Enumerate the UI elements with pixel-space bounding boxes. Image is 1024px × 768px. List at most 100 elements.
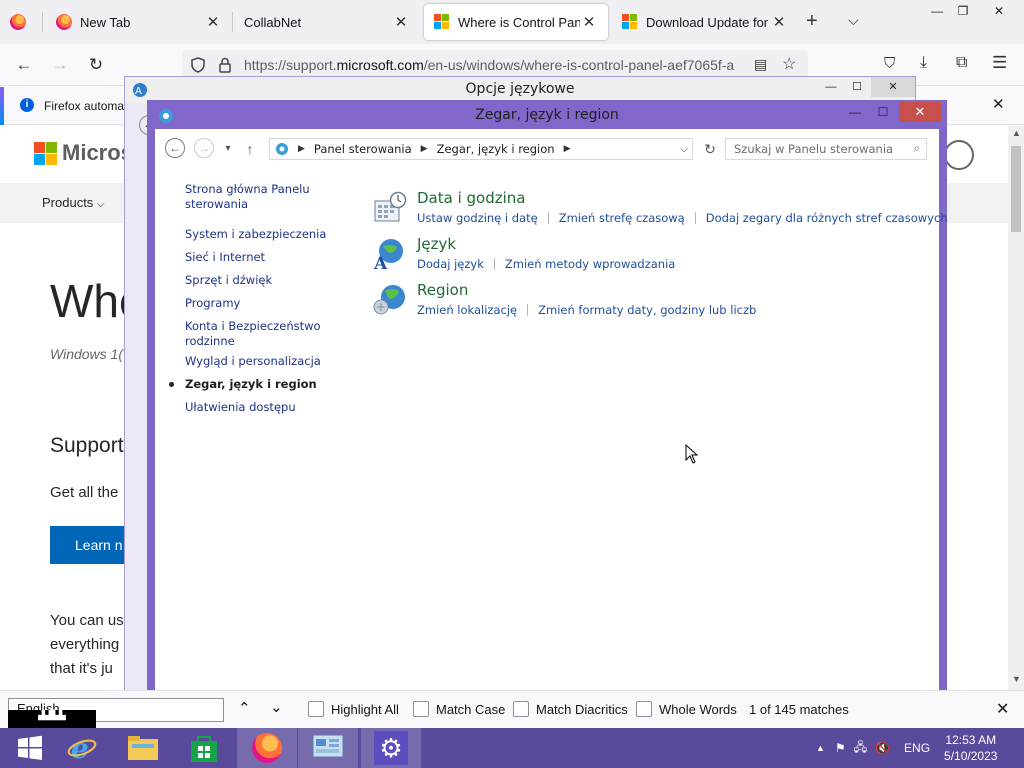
category-heading[interactable]: Region	[417, 281, 468, 299]
link-change-location[interactable]: Zmień lokalizację	[417, 303, 517, 317]
taskbar-settings[interactable]: ⚙	[361, 728, 421, 768]
store-bag-icon	[191, 736, 217, 762]
nav-hardware-sound[interactable]: Sprzęt i dźwięk	[185, 273, 335, 288]
checkbox-box[interactable]	[636, 701, 652, 717]
lock-icon[interactable]	[218, 57, 232, 73]
search-icon[interactable]: ⌕	[914, 141, 920, 156]
address-dropdown-icon[interactable]: ⌵	[680, 144, 688, 155]
close-window-button[interactable]: ✕	[976, 0, 1022, 22]
back-button[interactable]: ←	[10, 52, 38, 78]
nav-ease-of-access[interactable]: Ułatwienia dostępu	[185, 400, 335, 415]
nav-appearance[interactable]: Wygląd i personalizacja	[185, 354, 335, 369]
reload-button[interactable]: ↻	[82, 52, 110, 78]
minimize-button[interactable]: —	[841, 102, 869, 122]
link-change-input-methods[interactable]: Zmień metody wprowadzania	[505, 257, 675, 271]
nav-control-panel-home[interactable]: Strona główna Panelu sterowania	[185, 182, 335, 212]
nav-clock-language-region[interactable]: Zegar, język i region	[169, 377, 335, 392]
match-diacritics-checkbox[interactable]: Match Diacritics	[513, 701, 628, 717]
calendar-clock-icon[interactable]	[373, 191, 407, 225]
back-button[interactable]: ←	[165, 138, 185, 158]
link-set-time-date[interactable]: Ustaw godzinę i datę	[417, 211, 538, 225]
up-arrow-icon[interactable]: ↑	[239, 138, 261, 160]
close-window-button[interactable]: ✕	[871, 77, 915, 97]
products-menu[interactable]: Products ⌵	[42, 195, 105, 210]
maximize-button[interactable]: ☐	[869, 102, 897, 122]
account-avatar-icon[interactable]	[944, 140, 974, 170]
url-text[interactable]: https://support.microsoft.com/en-us/wind…	[244, 57, 744, 73]
close-tab-icon[interactable]: ✕	[204, 13, 222, 31]
reader-view-icon[interactable]: ▤	[754, 56, 767, 73]
globe-region-icon[interactable]	[373, 283, 407, 317]
close-tab-icon[interactable]: ✕	[580, 13, 598, 31]
close-find-bar-icon[interactable]: ✕	[996, 699, 1009, 719]
nav-system-security[interactable]: System i zabezpieczenia	[185, 227, 335, 242]
extensions-icon[interactable]: ⧉	[956, 54, 967, 72]
tab-label: Download Update for W	[646, 14, 770, 30]
taskbar-control-panel[interactable]	[298, 728, 358, 768]
taskbar-store[interactable]	[174, 728, 234, 768]
taskbar-firefox[interactable]	[237, 728, 297, 768]
menu-icon[interactable]: ☰	[992, 53, 1007, 73]
link-add-language[interactable]: Dodaj język	[417, 257, 484, 271]
taskbar-internet-explorer[interactable]: e	[52, 728, 112, 768]
breadcrumb-arrow-icon[interactable]: ▶	[421, 144, 428, 154]
highlight-all-checkbox[interactable]: Highlight All	[308, 701, 399, 717]
recent-pages-dropdown-icon[interactable]: ▾	[217, 138, 239, 160]
close-tab-icon[interactable]: ✕	[770, 13, 788, 31]
link-add-clocks[interactable]: Dodaj zegary dla różnych stref czasowych	[706, 211, 948, 225]
action-center-flag-icon[interactable]: ⚑	[835, 741, 846, 755]
show-hidden-icons-icon[interactable]: ▲	[816, 743, 825, 753]
scroll-down-arrow-icon[interactable]: ▼	[1012, 674, 1021, 684]
nav-accounts-family[interactable]: Konta i Bezpieczeństwo rodzinne	[185, 319, 335, 349]
start-button[interactable]	[0, 728, 60, 768]
language-globe-icon[interactable]: A	[373, 237, 407, 271]
match-case-checkbox[interactable]: Match Case	[413, 701, 505, 717]
firefox-view-button[interactable]	[10, 14, 26, 30]
maximize-button[interactable]: ☐	[845, 77, 869, 97]
shield-icon[interactable]	[190, 57, 206, 73]
breadcrumb-arrow-icon[interactable]: ▶	[564, 144, 571, 154]
address-bar[interactable]: ▶ Panel sterowania ▶ Zegar, język i regi…	[269, 138, 693, 160]
close-window-button[interactable]: ✕	[899, 102, 941, 122]
list-all-tabs-button[interactable]: ⌵	[848, 12, 859, 29]
nav-network-internet[interactable]: Sieć i Internet	[185, 250, 335, 265]
breadcrumb-panel-sterowania[interactable]: Panel sterowania	[314, 142, 412, 156]
checkbox-box[interactable]	[413, 701, 429, 717]
input-language-indicator[interactable]: ENG	[904, 741, 930, 755]
tab-download-update[interactable]: Download Update for W ✕	[612, 4, 798, 40]
minimize-button[interactable]: —	[819, 77, 843, 97]
close-notification-icon[interactable]: ✕	[992, 95, 1005, 113]
forward-button[interactable]: →	[46, 52, 74, 78]
breadcrumb-arrow-icon[interactable]: ▶	[298, 144, 305, 154]
scrollbar-thumb[interactable]	[1011, 146, 1021, 232]
checkbox-box[interactable]	[513, 701, 529, 717]
forward-button[interactable]: →	[194, 138, 214, 158]
page-scrollbar[interactable]: ▲ ▼	[1008, 126, 1024, 690]
category-heading[interactable]: Data i godzina	[417, 189, 525, 207]
whole-words-checkbox[interactable]: Whole Words	[636, 701, 737, 717]
link-change-time-zone[interactable]: Zmień strefę czasową	[559, 211, 685, 225]
bookmark-star-icon[interactable]: ☆	[782, 54, 796, 74]
find-previous-button[interactable]: ⌃	[238, 699, 251, 717]
checkbox-box[interactable]	[308, 701, 324, 717]
tab-where-is-control-panel[interactable]: Where is Control Panel? ✕	[424, 4, 608, 40]
tab-new-tab[interactable]: New Tab ✕	[46, 4, 232, 40]
breadcrumb-zegar-jezyk-region[interactable]: Zegar, język i region	[437, 142, 555, 156]
taskbar-file-explorer[interactable]	[113, 728, 173, 768]
search-control-panel-input[interactable]: Szukaj w Panelu sterowania ⌕	[725, 138, 927, 160]
volume-muted-icon[interactable]: 🔇	[875, 741, 890, 755]
clock[interactable]: 12:53 AM 5/10/2023	[944, 732, 997, 764]
close-tab-icon[interactable]: ✕	[392, 13, 410, 31]
link-change-formats[interactable]: Zmień formaty daty, godziny lub liczb	[538, 303, 756, 317]
tab-collabnet[interactable]: CollabNet ✕	[234, 4, 420, 40]
network-icon[interactable]: 🖧	[854, 738, 867, 759]
downloads-icon[interactable]: ⤓	[920, 54, 927, 72]
nav-programs[interactable]: Programy	[185, 296, 335, 311]
new-tab-button[interactable]: +	[806, 10, 818, 33]
find-next-button[interactable]: ⌄	[270, 698, 283, 716]
pocket-icon[interactable]: ⛉	[884, 55, 895, 72]
microsoft-logo[interactable]	[34, 142, 57, 165]
category-heading[interactable]: Język	[417, 235, 456, 253]
scroll-up-arrow-icon[interactable]: ▲	[1012, 128, 1021, 138]
refresh-icon[interactable]: ↻	[699, 138, 721, 160]
